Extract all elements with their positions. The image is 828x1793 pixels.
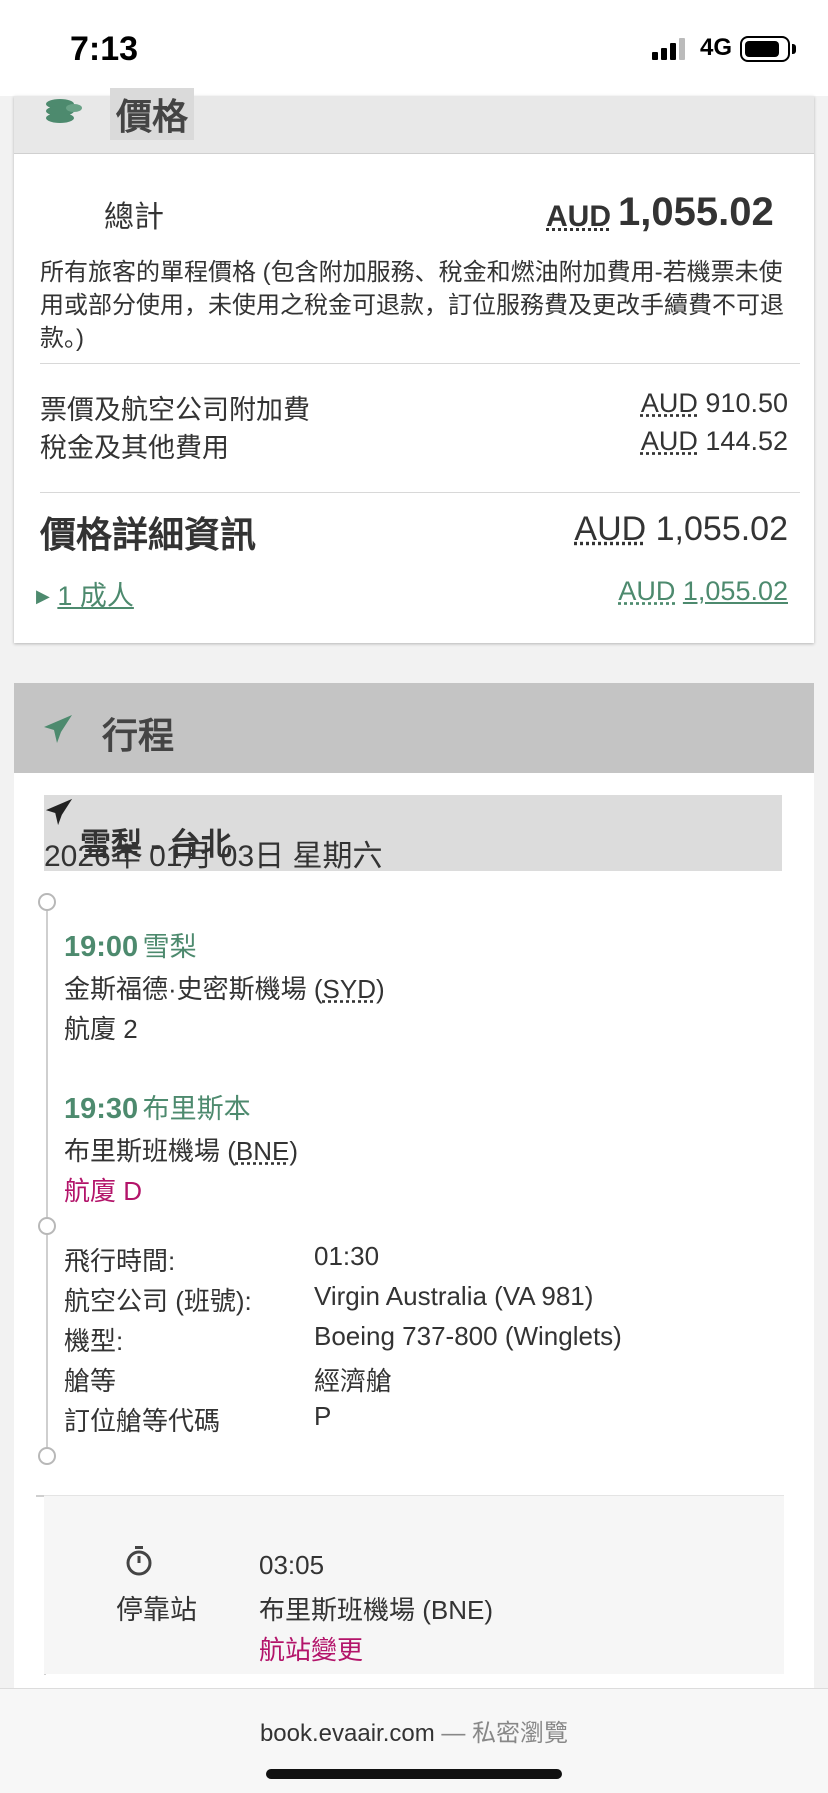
departure-airport: 金斯福德·史密斯機場 (SYD) [64,974,385,1004]
departure-time: 19:00 [64,931,139,963]
cabin-value: 經濟艙 [314,1366,393,1396]
timeline-dot [38,1447,56,1465]
departure-time-city: 19:00 雪梨 [64,925,197,964]
arrival-airport: 布里斯班機場 (BNE) [64,1136,299,1166]
departure-airport-code[interactable]: SYD [323,974,376,1004]
stopover-duration: 03:05 [259,1550,325,1580]
price-description: 所有旅客的單程價格 (包含附加服務、稅金和燃油附加費用-若機票未使用或部分使用，… [40,259,784,352]
url-separator: — [434,1720,473,1747]
url-domain: book.evaair.com [259,1720,435,1747]
itinerary-header: 行程 [14,683,814,773]
timeline-dot [38,893,56,911]
timeline-line [46,1233,48,1461]
address-bar[interactable]: book.evaair.com — 私密瀏覽 [0,1713,828,1748]
departure-terminal: 航廈 2 [64,1014,138,1044]
passenger-toggle[interactable]: ▶ 1 成人 [36,574,134,613]
price-title: 價格 [110,88,195,140]
arrival-terminal: 航廈 D [64,1176,143,1206]
arrival-city: 布里斯本 [142,1094,251,1124]
passenger-value[interactable]: 1,055.02 [683,576,788,606]
timeline-dot [38,1217,56,1235]
cabin-label: 艙等 [64,1366,117,1396]
fare-label: 票價及航空公司附加費 [40,395,310,425]
price-detail-amount: AUD 1,055.02 [574,510,788,549]
fare-value: 910.50 [705,388,788,418]
divider [40,492,800,493]
flight-duration-label: 飛行時間: [64,1246,176,1276]
tax-amount: AUD 144.52 [641,426,788,457]
status-bar: 7:13 4G [0,0,828,96]
detail-currency[interactable]: AUD [574,510,646,548]
tax-currency[interactable]: AUD [641,426,698,456]
timeline-line [46,899,48,1231]
plane-icon [45,798,73,826]
tax-label: 稅金及其他費用 [40,433,229,463]
total-amount: 1,055.02 [618,190,774,234]
browser-bar[interactable]: book.evaair.com — 私密瀏覽 [0,1688,828,1793]
detail-value: 1,055.02 [655,510,788,548]
route-date: 2026年 01月 03日 星期六 [44,840,383,873]
stopover-box: 停靠站 03:05 布里斯班機場 (BNE) 航站變更 [44,1495,784,1674]
booking-class-value: P [314,1401,332,1431]
network-type: 4G [700,34,733,61]
plane-icon [44,715,72,743]
battery-nub [792,44,796,54]
route-header: 雪梨 - 台北 2026年 01月 03日 星期六 [44,795,782,873]
airline-value: Virgin Australia (VA 981) [314,1281,594,1311]
total-currency[interactable]: AUD [546,200,611,234]
arrival-time-city: 19:30 布里斯本 [64,1087,251,1126]
arrival-airport-code[interactable]: BNE [236,1136,289,1166]
departure-city: 雪梨 [142,932,197,962]
stopover-note: 航站變更 [259,1635,364,1665]
arrival-time: 19:30 [64,1093,139,1125]
stopwatch-icon [126,1546,152,1576]
tax-value: 144.52 [705,426,788,456]
price-header: 價格 [14,88,814,154]
stopover-label: 停靠站 [116,1595,197,1625]
divider [40,363,800,364]
chevron-right-icon: ▶ [36,586,50,606]
signal-icon [652,38,685,60]
price-card: 價格 總計 AUD 1,055.02 所有旅客的單程價格 (包含附加服務、稅金和… [14,88,814,643]
price-detail-title: 價格詳細資訊 [40,514,257,555]
status-time: 7:13 [70,30,139,68]
passenger-currency[interactable]: AUD [618,576,675,606]
private-mode-label: 私密瀏覽 [472,1720,569,1747]
airline-label: 航空公司 (班號): [64,1286,252,1316]
passenger-amount: AUD 1,055.02 [618,576,788,607]
arrival-airport-name: 布里斯班機場 ( [64,1136,236,1166]
stopover-airport: 布里斯班機場 (BNE) [259,1595,494,1625]
itinerary-body: 雪梨 - 台北 2026年 01月 03日 星期六 19:00 雪梨 金斯福德·… [14,773,814,1792]
passenger-link[interactable]: 1 成人 [57,581,134,611]
aircraft-label: 機型: [64,1326,124,1356]
flight-duration-value: 01:30 [314,1241,380,1271]
fare-currency[interactable]: AUD [641,388,698,418]
total-label: 總計 [104,201,164,234]
coins-icon [46,99,82,123]
battery-icon [740,36,790,62]
departure-airport-name: 金斯福德·史密斯機場 ( [64,974,323,1004]
fare-amount: AUD 910.50 [641,388,788,419]
home-indicator[interactable] [266,1769,562,1779]
booking-class-label: 訂位艙等代碼 [64,1406,221,1436]
itinerary-title: 行程 [102,715,175,756]
aircraft-value: Boeing 737-800 (Winglets) [314,1321,622,1351]
